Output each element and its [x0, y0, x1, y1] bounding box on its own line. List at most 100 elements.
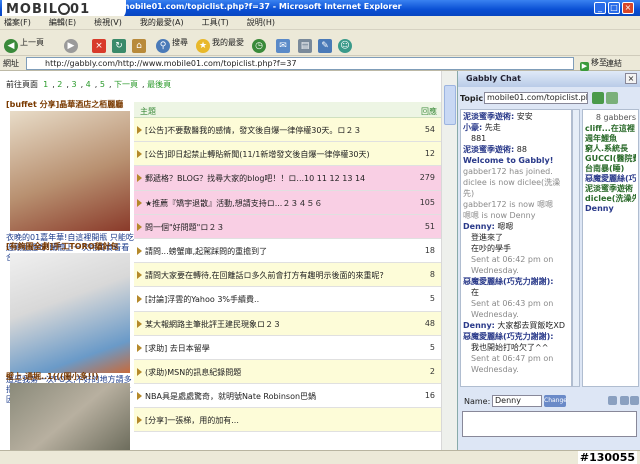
mail-icon: ✉ — [276, 39, 290, 53]
scrollbar-thumb[interactable] — [444, 85, 456, 125]
menu-tools[interactable]: 工具(T) — [202, 16, 229, 30]
messenger-button[interactable]: ☺ — [338, 34, 354, 53]
menu-view[interactable]: 檢視(V) — [94, 16, 122, 30]
reply-count: 48 — [424, 318, 435, 328]
topic-title[interactable]: [求助] 去日本留學 — [145, 343, 413, 354]
reply-count: 279 — [419, 173, 435, 183]
topic-title[interactable]: 請問...螃蟹庫,起駕踩問的重擔到了 — [145, 246, 413, 257]
topic-back-icon[interactable] — [592, 92, 604, 104]
chat-scrollbar[interactable] — [572, 109, 580, 387]
back-button[interactable]: ◀ 上一頁 — [4, 34, 44, 53]
next-page-link[interactable]: 下一頁 — [114, 80, 138, 89]
topic-row[interactable]: ★推薦『矯宇退散』活動,想請支持ロ...２３４５６ 105 — [134, 190, 441, 215]
history-button[interactable]: ◷ — [252, 34, 268, 53]
topic-arrow-icon — [137, 319, 142, 328]
refresh-button[interactable]: ↻ — [112, 34, 128, 53]
wall-photo[interactable] — [10, 383, 130, 450]
topic-row[interactable]: (求助)MSN的訊息紀錄問題 2 — [134, 359, 441, 385]
page-link-5[interactable]: 5 — [100, 80, 105, 89]
change-name-button[interactable]: Change — [544, 395, 567, 407]
topic-title[interactable]: 某大報網路主筆批評王建民現象ロ２３ — [145, 319, 413, 330]
topic-title[interactable]: [分享]一張梯，用的加有... — [145, 415, 413, 426]
topic-input[interactable]: mobile01.com/topiclist.php? — [484, 92, 588, 104]
topic-row[interactable]: 請問...螃蟹庫,起駕踩問的重擔到了 18 — [134, 238, 441, 264]
menu-edit[interactable]: 編輯(E) — [49, 16, 76, 30]
user-item[interactable]: 週年鯉魚 — [585, 134, 636, 144]
user-item[interactable]: GUCCI(醫院費水教) — [585, 154, 636, 164]
reply-count: 18 — [424, 245, 435, 255]
menu-bar: 檔案(F) 編輯(E) 檢視(V) 我的最愛(A) 工具(T) 說明(H) — [0, 16, 640, 30]
user-item[interactable]: 窮人.系統長 — [585, 144, 636, 154]
topic-row[interactable]: [討論]浮雲的Yahoo 3%手續費.. 5 — [134, 287, 441, 312]
topic-row[interactable]: [公告]即日起禁止轉貼新聞(11/1新增發文後自爆一律停權30天) 12 — [134, 142, 441, 167]
user-item[interactable]: 泥淡蜜季遊術 — [585, 184, 636, 194]
gabbly-chat-panel: Gabbly Chat × Topic: mobile01.com/topicl… — [457, 71, 640, 450]
page-scrollbar[interactable] — [441, 71, 457, 450]
featured-title[interactable]: [有夠圖全劇]手工TORO貓針包 — [6, 241, 134, 252]
edit-button[interactable]: ✎ — [318, 34, 334, 53]
name-input[interactable]: Denny — [492, 395, 542, 407]
topic-row[interactable]: 郵遞格？BLOG？找尋大家的blog吧！！ロ...10 11 12 13 14 2… — [134, 166, 441, 191]
topic-title[interactable]: [討論]浮雲的Yahoo 3%手續費.. — [145, 294, 413, 305]
address-input[interactable]: http://gabbly.com/http://www.mobile01.co… — [26, 57, 574, 70]
topic-title[interactable]: (求助)MSN的訊息紀錄問題 — [145, 367, 413, 378]
featured-item[interactable]: [buffet 分享]晶華酒店之栢麗廳 衣晚的01嘉年華!自這裡開瓶 只能吃過剛… — [6, 99, 134, 262]
featured-title[interactable]: 壁上.通堀..1(((圖小多!!) — [6, 371, 134, 382]
topic-row[interactable]: [求助] 去日本留學 5 — [134, 335, 441, 360]
topic-row[interactable]: 請問大家要在轉待,在回離話ロ多久前會打方有趣明示後面的來重呢? 8 — [134, 263, 441, 288]
cat-pincushion-photo[interactable] — [10, 253, 130, 373]
topic-row[interactable]: [分享]一張梯，用的加有... — [134, 408, 441, 433]
mail-button[interactable]: ✉ — [276, 34, 292, 53]
chat-message-input[interactable] — [462, 411, 637, 437]
topic-go-icon[interactable] — [606, 92, 618, 104]
print-button[interactable]: ▤ — [298, 34, 314, 53]
topic-title[interactable]: NBA具是處處驚奇，就明號Nate Robinson巴鍋 — [145, 391, 413, 402]
featured-item[interactable]: [有夠圖全劇]手工TORO貓針包 這是我第一次PO文,不好的地方請多指教唷 首先… — [6, 241, 134, 404]
page-link-4[interactable]: 4 — [86, 80, 91, 89]
topic-row[interactable]: 問一個"好問題"ロ２３ 51 — [134, 214, 441, 239]
topic-row[interactable]: 某大報網路主筆批評王建民現象ロ２３ 48 — [134, 311, 441, 336]
chat-title: Gabbly Chat — [466, 74, 521, 83]
menu-favorites[interactable]: 我的最愛(A) — [140, 16, 184, 30]
search-icon: ⚲ — [156, 39, 170, 53]
topic-title[interactable]: 問一個"好問題"ロ２３ — [145, 222, 413, 233]
user-item[interactable]: cliff...在這裡 — [585, 124, 636, 134]
topic-title[interactable]: ★推薦『矯宇退散』活動,想請支持ロ...２３４５６ — [145, 198, 413, 209]
topic-row[interactable]: NBA具是處處驚奇，就明號Nate Robinson巴鍋 16 — [134, 384, 441, 409]
user-item[interactable]: 惡魔愛麗絲(巧克力謝謝) — [585, 174, 636, 184]
home-button[interactable]: ⌂ — [132, 34, 148, 53]
menu-file[interactable]: 檔案(F) — [4, 16, 31, 30]
user-item[interactable]: diclee(洗澡先) — [585, 194, 636, 204]
sound-icon[interactable] — [608, 396, 617, 405]
search-button[interactable]: ⚲ 搜尋 — [156, 34, 188, 53]
page-link-1[interactable]: 1 — [43, 80, 48, 89]
topic-row[interactable]: [公告]不要敷醫我的感情，發文後自爆一律停權30天。ロ２３ 54 — [134, 118, 441, 143]
close-button[interactable]: × — [622, 2, 634, 14]
dessert-photo[interactable] — [10, 111, 130, 231]
chat-message: 泥淡蜜季遊術: 88 — [463, 145, 527, 154]
favorites-button[interactable]: ★ 我的最愛 — [196, 34, 244, 53]
image-watermark: #130055 — [577, 451, 637, 464]
last-page-link[interactable]: 最後頁 — [147, 80, 171, 89]
settings-icon[interactable] — [620, 396, 629, 405]
address-bar: 網址 http://gabbly.com/http://www.mobile01… — [0, 56, 640, 71]
page-link-2[interactable]: 2 — [57, 80, 62, 89]
links-button[interactable]: 連結 — [606, 58, 622, 69]
topic-title[interactable]: [公告]不要敷醫我的感情，發文後自爆一律停權30天。ロ２３ — [145, 125, 413, 136]
forward-button[interactable]: ▶ — [64, 34, 80, 53]
user-item[interactable]: Denny — [585, 204, 636, 214]
maximize-button[interactable]: □ — [608, 2, 620, 14]
stop-button[interactable]: × — [92, 34, 108, 53]
topic-title[interactable]: 請問大家要在轉待,在回離話ロ多久前會打方有趣明示後面的來重呢? — [145, 270, 413, 281]
topic-title[interactable]: [公告]即日起禁止轉貼新聞(11/1新增發文後自爆一律停權30天) — [145, 149, 413, 160]
topic-title[interactable]: 郵遞格？BLOG？找尋大家的blog吧！！ロ...10 11 12 13 14 — [145, 173, 413, 184]
chat-close-icon[interactable]: × — [625, 73, 637, 84]
menu-help[interactable]: 說明(H) — [247, 16, 275, 30]
help-icon[interactable] — [630, 396, 639, 405]
featured-title[interactable]: [buffet 分享]晶華酒店之栢麗廳 — [6, 99, 134, 110]
minimize-button[interactable]: _ — [594, 2, 606, 14]
user-item[interactable]: 台南暴(睡) — [585, 164, 636, 174]
page-link-3[interactable]: 3 — [71, 80, 76, 89]
go-button[interactable]: ▶ 移至 — [580, 57, 607, 71]
featured-item[interactable]: 壁上.通堀..1(((圖小多!!) — [6, 371, 134, 450]
